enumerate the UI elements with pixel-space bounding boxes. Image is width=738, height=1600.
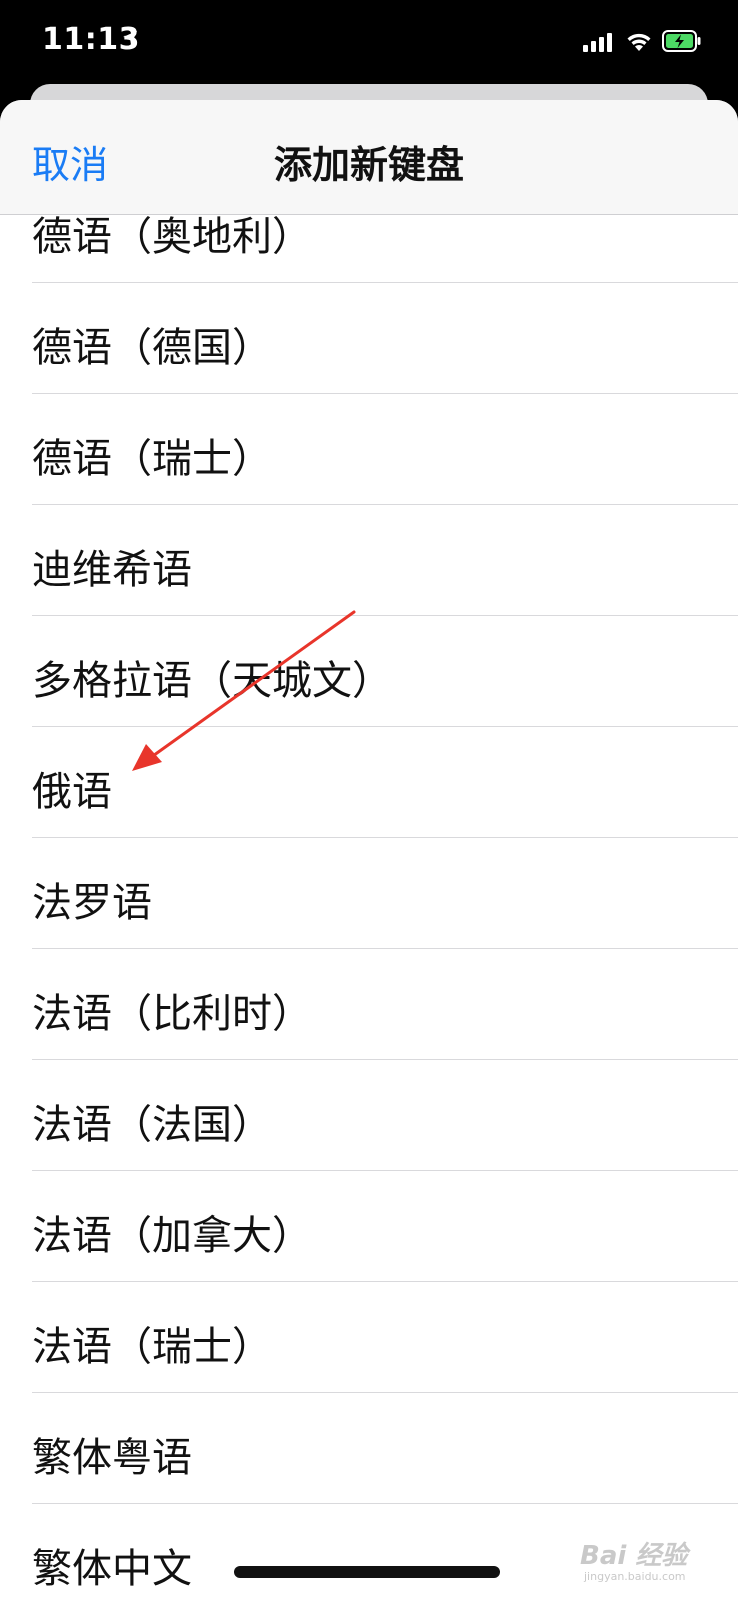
status-bar: 11:13 (0, 0, 738, 88)
location-arrow-icon (122, 30, 138, 50)
cancel-button[interactable]: 取消 (32, 134, 108, 189)
list-item-dhivehi[interactable]: 迪维希语 (32, 505, 738, 616)
list-item-dogri-devanagari[interactable]: 多格拉语（天城文） (32, 616, 738, 727)
list-item-faroese[interactable]: 法罗语 (32, 838, 738, 949)
list-item-label: 法语（比利时） (32, 991, 312, 1037)
list-item-label: 繁体粤语 (32, 1435, 192, 1481)
wifi-icon (625, 30, 653, 56)
watermark-sub: jingyan.baidu.com (584, 1570, 686, 1583)
list-item-label: 法语（瑞士） (32, 1324, 272, 1370)
list-item-label: 俄语 (32, 769, 112, 815)
page-title: 添加新键盘 (273, 143, 464, 187)
nav-bar: 添加新键盘 取消 (0, 100, 738, 215)
list-item-label: 多格拉语（天城文） (32, 658, 392, 704)
list-item-french-switzerland[interactable]: 法语（瑞士） (32, 1282, 738, 1393)
list-item-label: 迪维希语 (32, 547, 192, 593)
battery-charging-icon (662, 30, 702, 56)
watermark-logo: Bai 经验 jingyan.baidu.com (580, 1535, 687, 1583)
list-item-french-canada[interactable]: 法语（加拿大） (32, 1171, 738, 1282)
list-item-french-france[interactable]: 法语（法国） (32, 1060, 738, 1171)
home-indicator[interactable] (234, 1566, 500, 1578)
keyboard-language-list: 德语（奥地利） 德语（德国） 德语（瑞士） 迪维希语 多格拉语（天城文） 俄语 (0, 214, 738, 1600)
list-item-label: 法语（加拿大） (32, 1213, 312, 1259)
list-item-russian[interactable]: 俄语 (32, 727, 738, 838)
list-item-german-switzerland[interactable]: 德语（瑞士） (32, 394, 738, 505)
list-item-label: 繁体中文 (32, 1546, 192, 1592)
list-item-label: 德语（瑞士） (32, 436, 272, 482)
screen: 11:13 添加新键盘 取消 德语（奥地利） 德语（德国） 德语（瑞士） 迪维希… (0, 0, 738, 1600)
list-item-french-belgium[interactable]: 法语（比利时） (32, 949, 738, 1060)
list-item-label: 德语（德国） (32, 325, 272, 371)
list-item-traditional-cantonese[interactable]: 繁体粤语 (32, 1393, 738, 1504)
add-keyboard-sheet: 添加新键盘 取消 德语（奥地利） 德语（德国） 德语（瑞士） 迪维希语 多格拉语… (0, 100, 738, 1600)
list-item-german-germany[interactable]: 德语（德国） (32, 283, 738, 394)
watermark-main: Bai 经验 (580, 1541, 688, 1571)
cellular-signal-icon (583, 32, 613, 56)
list-item-label: 法语（法国） (32, 1102, 272, 1148)
list-item-label: 法罗语 (32, 880, 152, 926)
